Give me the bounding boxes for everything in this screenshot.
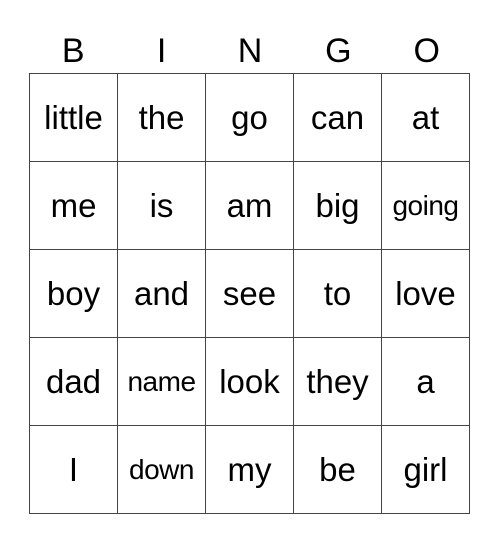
grid-row: I down my be girl — [29, 425, 470, 514]
grid-cell: big — [293, 161, 382, 250]
grid-cell: be — [293, 425, 382, 514]
grid-row: me is am big going — [29, 161, 470, 250]
grid-cell: girl — [381, 425, 470, 514]
grid-cell: down — [117, 425, 206, 514]
grid-cell: little — [29, 73, 118, 162]
grid-cell: can — [293, 73, 382, 162]
grid-cell: look — [205, 337, 294, 426]
grid-cell: boy — [29, 249, 118, 338]
grid-cell: a — [381, 337, 470, 426]
header-letter-n: N — [237, 32, 263, 70]
grid-cell: I — [29, 425, 118, 514]
grid-cell: to — [293, 249, 382, 338]
grid-cell: see — [205, 249, 294, 338]
grid-cell: at — [381, 73, 470, 162]
grid-cell: love — [381, 249, 470, 338]
header-letter-b: B — [61, 32, 85, 70]
grid-row: boy and see to love — [29, 249, 470, 338]
grid-cell: and — [117, 249, 206, 338]
grid-cell: is — [117, 161, 206, 250]
bingo-header: B I N G O — [29, 29, 471, 73]
grid-cell: go — [205, 73, 294, 162]
grid-row: little the go can at — [29, 73, 470, 162]
grid-cell: name — [117, 337, 206, 426]
header-letter-o: O — [413, 32, 440, 70]
grid-cell: my — [205, 425, 294, 514]
grid-cell: dad — [29, 337, 118, 426]
header-letter-g: G — [325, 32, 352, 70]
grid-row: dad name look they a — [29, 337, 470, 426]
grid-cell: the — [117, 73, 206, 162]
grid-cell: they — [293, 337, 382, 426]
header-letter-i: I — [156, 32, 167, 70]
grid-cell: am — [205, 161, 294, 250]
grid-cell: me — [29, 161, 118, 250]
bingo-grid: little the go can at me is am big going … — [29, 73, 470, 514]
grid-cell: going — [381, 161, 470, 250]
